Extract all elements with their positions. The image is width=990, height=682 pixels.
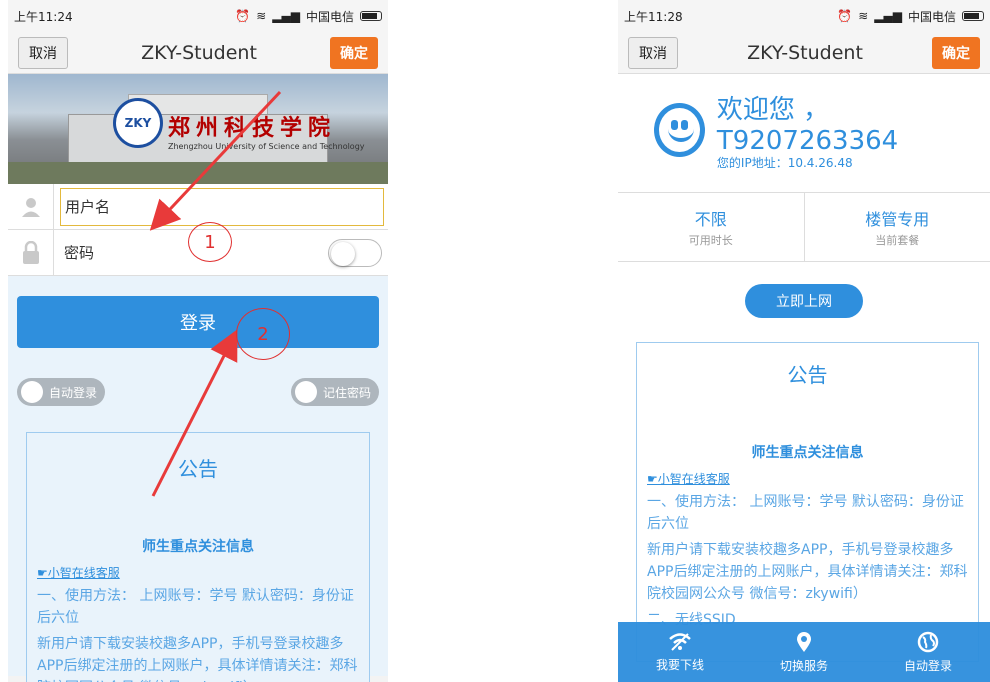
notice-usage-text: 一、使用方法： 上网账号：学号 默认密码：身份证后六位 (647, 494, 964, 532)
connect-now-button[interactable]: 立即上网 (745, 284, 863, 318)
nav-bar: 取消 ZKY-Student 确定 (618, 32, 990, 74)
smiley-icon (654, 103, 705, 157)
welcome-section: 欢迎您 ，T9207263364 您的IP地址：10.4.26.48 (618, 74, 990, 186)
stat-available-time: 不限 可用时长 (688, 210, 733, 247)
bottom-nav: 我要下线 切换服务 自动登录 (618, 622, 990, 682)
stat-current-plan: 楼管专用 当前套餐 (803, 193, 990, 261)
status-time: 上午11:28 (624, 9, 683, 24)
arrow-to-login (151, 329, 238, 497)
online-service-link[interactable]: ☛小智在线客服 (647, 470, 968, 487)
notice-title: 公告 (787, 363, 828, 387)
confirm-button[interactable]: 确定 (932, 36, 980, 69)
switch-service-nav-item[interactable]: 切换服务 (742, 622, 866, 682)
login-screen: 上午11:24 ⏰ ≋ ▂▄▆ 中国电信 取消 ZKY-Student 确定 Z… (8, 0, 388, 682)
ip-address: 您的IP地址：10.4.26.48 (716, 156, 853, 170)
alarm-icon: ⏰ (837, 9, 853, 23)
logged-in-screen: 上午11:28 ⏰ ≋ ▂▄▆ 中国电信 取消 ZKY-Student 确定 欢… (618, 0, 990, 682)
auto-login-nav-item[interactable]: 自动登录 (866, 622, 990, 682)
logout-nav-item[interactable]: 我要下线 (618, 622, 742, 682)
arrow-to-username (149, 90, 282, 231)
wifi-icon: ≋ (858, 9, 869, 23)
status-bar: 上午11:28 ⏰ ≋ ▂▄▆ 中国电信 (618, 0, 990, 32)
notice-subtitle: 师生重点关注信息 (751, 445, 864, 461)
wifi-off-icon (669, 632, 691, 651)
notice-app-text: 新用户请下载安装校趣多APP，手机号登录校趣多APP后绑定注册的上网账户，具体详… (647, 542, 968, 602)
notice-panel: 公告 师生重点关注信息 ☛小智在线客服 一、使用方法： 上网账号：学号 默认密码… (636, 342, 979, 662)
account-stats: 不限 可用时长 楼管专用 当前套餐 (618, 192, 990, 262)
page-title: ZKY-Student (747, 41, 863, 64)
carrier-name: 中国电信 (907, 9, 956, 24)
signal-icon: ▂▄▆ (874, 9, 902, 23)
cancel-button[interactable]: 取消 (628, 36, 678, 69)
annotation-step-1: 1 (188, 222, 232, 262)
annotation-step-2: 2 (236, 308, 290, 360)
annotation-arrows (149, 90, 282, 497)
globe-icon (917, 631, 939, 652)
welcome-greeting: 欢迎您 ，T9207263364 (716, 95, 899, 156)
location-pin-icon (797, 631, 811, 652)
battery-icon (962, 11, 984, 21)
